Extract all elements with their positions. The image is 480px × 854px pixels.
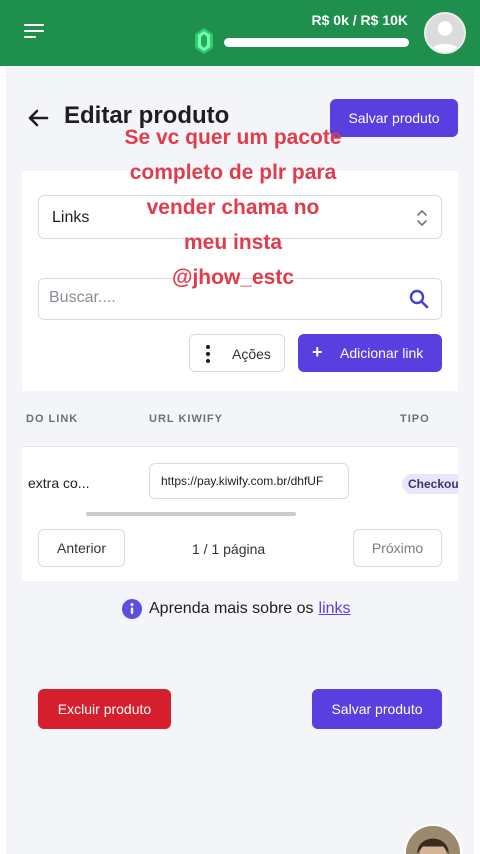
section-select-value: Links bbox=[52, 209, 90, 226]
learn-more-link[interactable]: links bbox=[319, 600, 351, 618]
promo-overlay-text: Se vc quer um pacote completo de plr par… bbox=[100, 120, 366, 295]
previous-page-button[interactable]: Anterior bbox=[38, 529, 125, 567]
links-table: DO LINK URL KIWIFY TIPO extra co... http… bbox=[22, 391, 458, 517]
revenue-progress-bar bbox=[224, 38, 409, 47]
table-header: DO LINK URL KIWIFY TIPO bbox=[22, 391, 458, 447]
save-product-button-bottom[interactable]: Salvar produto bbox=[312, 689, 442, 729]
kiwify-url-field[interactable]: https://pay.kiwify.com.br/dhfUF bbox=[149, 463, 349, 499]
overlay-line: meu insta bbox=[183, 231, 283, 254]
next-page-button[interactable]: Próximo bbox=[353, 529, 442, 567]
search-icon[interactable] bbox=[409, 289, 429, 309]
overlay-line: @jhow_estc bbox=[171, 266, 294, 289]
info-icon bbox=[122, 599, 142, 619]
column-header-type: TIPO bbox=[400, 413, 430, 425]
plus-icon: + bbox=[312, 342, 323, 362]
more-vertical-icon bbox=[206, 345, 210, 363]
overlay-line: vender chama no bbox=[146, 196, 320, 219]
learn-more-text: Aprenda mais sobre os bbox=[149, 600, 314, 617]
link-type-badge: Checkout bbox=[402, 474, 458, 494]
learn-more: Aprenda mais sobre os links bbox=[122, 599, 351, 619]
table-row[interactable]: extra co... https://pay.kiwify.com.br/dh… bbox=[22, 447, 458, 517]
actions-button[interactable]: Ações bbox=[189, 334, 285, 372]
link-name-cell: extra co... bbox=[28, 475, 90, 491]
chevron-up-down-icon bbox=[417, 210, 427, 226]
gem-icon bbox=[195, 28, 213, 54]
overlay-line: completo de plr para bbox=[129, 161, 337, 184]
revenue-goal-text: R$ 0k / R$ 10K bbox=[311, 12, 409, 28]
horizontal-scrollbar[interactable] bbox=[86, 512, 296, 516]
back-arrow-icon[interactable] bbox=[26, 106, 50, 130]
pagination: Anterior 1 / 1 página Próximo bbox=[22, 517, 458, 581]
delete-product-button[interactable]: Excluir produto bbox=[38, 689, 171, 729]
column-header-url: URL KIWIFY bbox=[149, 413, 223, 425]
hamburger-menu-icon[interactable] bbox=[24, 24, 44, 40]
top-bar: R$ 0k / R$ 10K bbox=[0, 0, 480, 66]
overlay-line: Se vc quer um pacote bbox=[124, 126, 342, 149]
page-indicator: 1 / 1 página bbox=[192, 541, 266, 557]
add-link-label: Adicionar link bbox=[340, 345, 424, 361]
add-link-button[interactable]: + Adicionar link bbox=[298, 334, 442, 372]
actions-label: Ações bbox=[232, 346, 271, 362]
column-header-link: DO LINK bbox=[26, 413, 79, 425]
user-avatar[interactable] bbox=[424, 12, 466, 54]
